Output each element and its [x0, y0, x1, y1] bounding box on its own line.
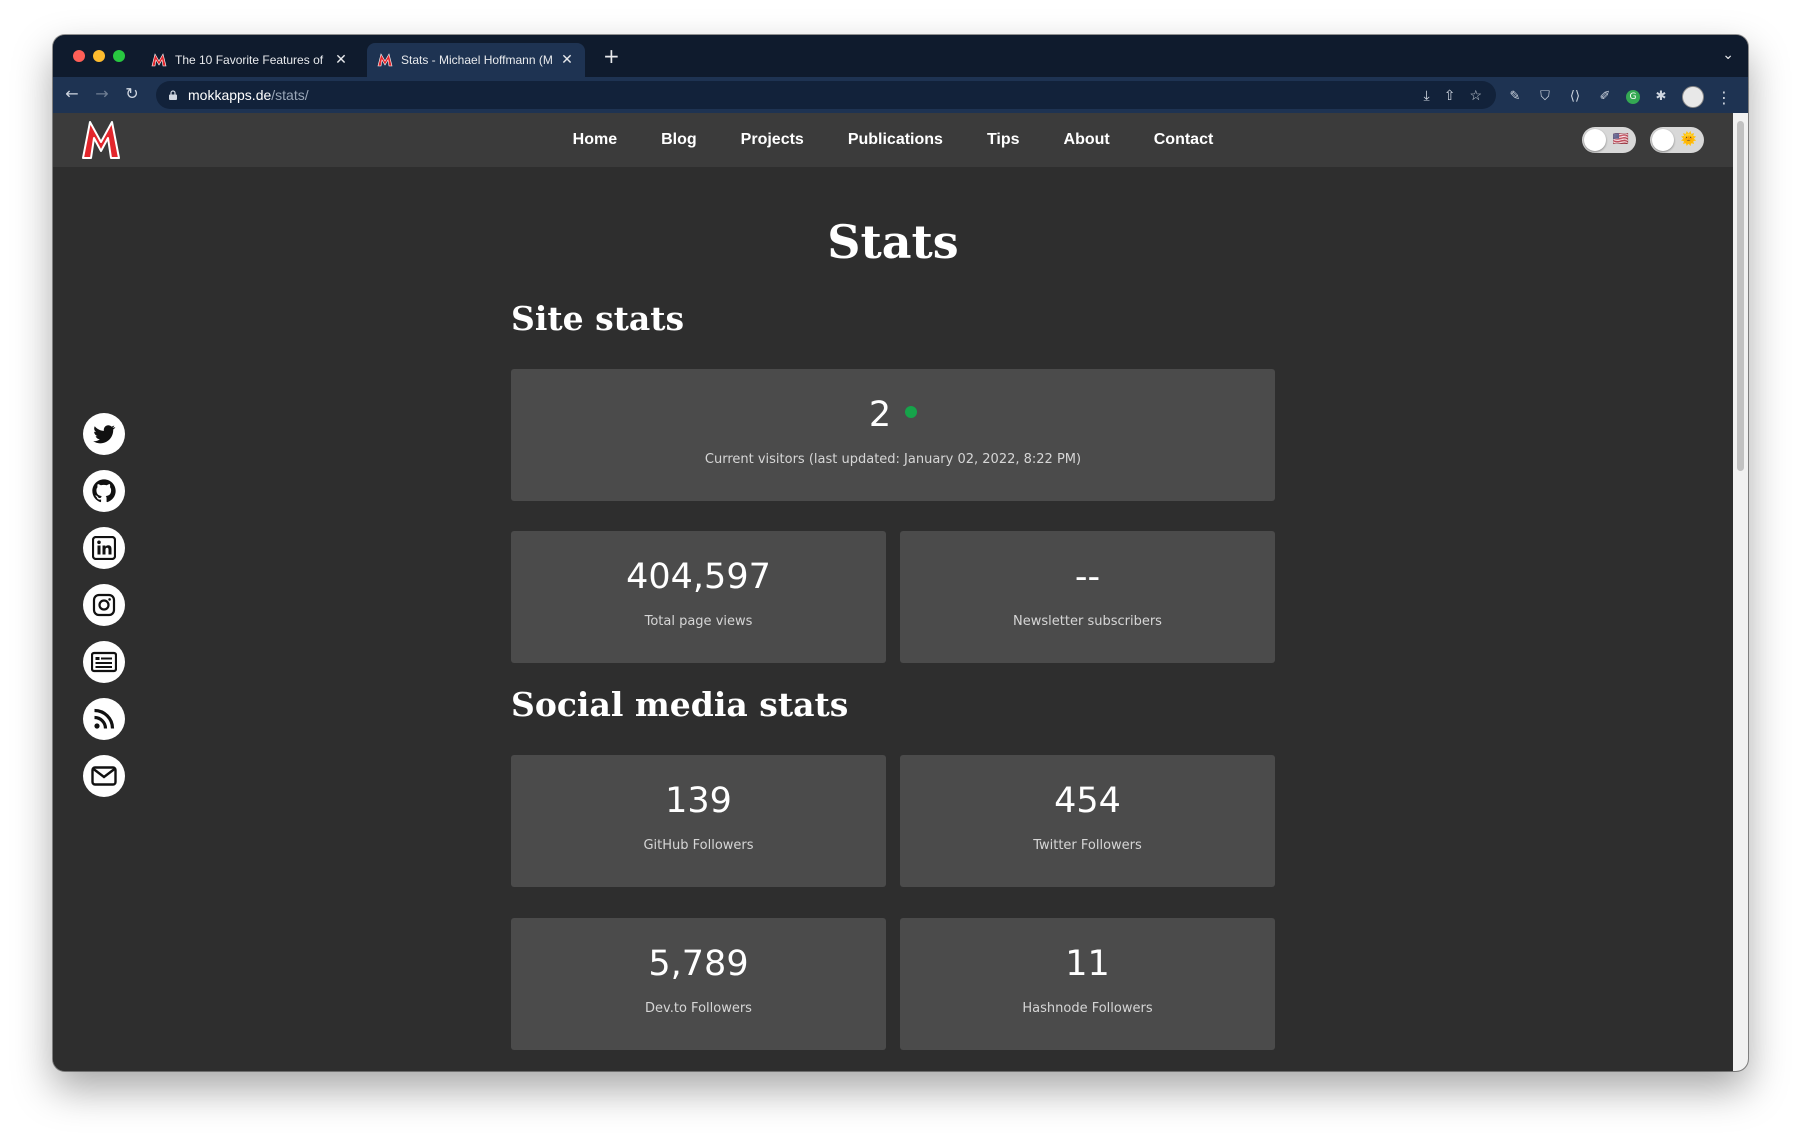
address-bar[interactable]: mokkapps.de/stats/ ⤓ ⇧ ☆ — [156, 81, 1496, 109]
extension-shield-icon[interactable]: ⛉ — [1536, 88, 1554, 106]
twitter-followers-card: 454 Twitter Followers — [900, 755, 1275, 887]
main-navigation: Home Blog Projects Publications Tips Abo… — [53, 113, 1733, 167]
github-followers-value: 139 — [665, 781, 732, 821]
newsletter-subscribers-label: Newsletter subscribers — [1013, 614, 1162, 629]
hashnode-followers-label: Hashnode Followers — [1022, 1001, 1153, 1016]
current-visitors-value: 2 — [868, 395, 892, 435]
url-host: mokkapps.de — [188, 87, 272, 103]
github-link[interactable] — [83, 470, 125, 512]
total-page-views-card: 404,597 Total page views — [511, 531, 886, 663]
social-media-stats-heading: Social media stats — [511, 685, 849, 724]
scrollbar-thumb[interactable] — [1737, 121, 1744, 471]
nav-projects[interactable]: Projects — [719, 113, 826, 167]
tab-strip: The 10 Favorite Features of My ✕ Stats -… — [53, 35, 1748, 77]
devto-followers-value: 5,789 — [648, 944, 749, 984]
twitter-icon — [93, 425, 116, 444]
nav-home[interactable]: Home — [551, 113, 639, 167]
extension-color-picker-icon[interactable]: ✐ — [1596, 88, 1614, 106]
site-header: Home Blog Projects Publications Tips Abo… — [53, 113, 1733, 167]
close-tab-icon[interactable]: ✕ — [559, 52, 575, 68]
bookmark-star-icon[interactable]: ☆ — [1469, 87, 1482, 104]
total-page-views-label: Total page views — [644, 614, 753, 629]
extension-grammar-icon[interactable]: G — [1626, 90, 1640, 104]
devto-followers-label: Dev.to Followers — [645, 1001, 752, 1016]
newsletter-link[interactable] — [83, 641, 125, 683]
nav-publications[interactable]: Publications — [826, 113, 965, 167]
page-title: Stats — [827, 215, 959, 269]
toggle-knob — [1584, 129, 1606, 151]
twitter-followers-value: 454 — [1054, 781, 1121, 821]
current-visitors-card: 2 Current visitors (last updated: Januar… — [511, 369, 1275, 501]
back-arrow-icon[interactable]: ← — [61, 84, 83, 103]
github-followers-label: GitHub Followers — [643, 838, 754, 853]
mail-link[interactable] — [83, 755, 125, 797]
github-icon — [92, 479, 116, 503]
nav-about[interactable]: About — [1042, 113, 1132, 167]
instagram-icon — [92, 593, 116, 617]
devto-followers-card: 5,789 Dev.to Followers — [511, 918, 886, 1050]
nav-contact[interactable]: Contact — [1132, 113, 1236, 167]
site-stats-heading: Site stats — [511, 299, 685, 338]
linkedin-icon — [92, 536, 116, 560]
install-app-icon[interactable]: ⤓ — [1424, 87, 1430, 104]
lock-icon — [169, 90, 177, 100]
us-flag-icon: 🇺🇸 — [1612, 132, 1629, 147]
page-scrollbar[interactable] — [1733, 113, 1748, 1071]
reload-icon[interactable]: ↻ — [121, 84, 143, 103]
social-links — [83, 413, 125, 797]
github-followers-card: 139 GitHub Followers — [511, 755, 886, 887]
live-status-dot — [905, 406, 918, 418]
tab-search-chevron-icon[interactable]: ⌄ — [1722, 47, 1734, 63]
linkedin-link[interactable] — [83, 527, 125, 569]
mokkapps-favicon-icon — [377, 53, 393, 67]
total-page-views-value: 404,597 — [626, 557, 771, 597]
minimize-window-button[interactable] — [93, 50, 105, 62]
theme-toggle[interactable]: 🌞 — [1650, 127, 1704, 153]
url-path: /stats/ — [271, 87, 309, 103]
maximize-window-button[interactable] — [113, 50, 125, 62]
profile-avatar[interactable] — [1682, 86, 1704, 108]
nav-tips[interactable]: Tips — [965, 113, 1042, 167]
tab-title: Stats - Michael Hoffmann (Mok — [401, 53, 553, 67]
newsletter-icon — [91, 651, 117, 673]
twitter-followers-label: Twitter Followers — [1033, 838, 1142, 853]
new-tab-button[interactable]: + — [603, 46, 620, 66]
mokkapps-favicon-icon — [151, 53, 167, 67]
forward-arrow-icon[interactable]: → — [91, 84, 113, 103]
share-icon[interactable]: ⇧ — [1444, 87, 1456, 104]
hashnode-followers-card: 11 Hashnode Followers — [900, 918, 1275, 1050]
twitter-link[interactable] — [83, 413, 125, 455]
browser-tab-stats[interactable]: Stats - Michael Hoffmann (Mok ✕ — [367, 43, 585, 77]
close-tab-icon[interactable]: ✕ — [333, 52, 349, 68]
newsletter-subscribers-card: -- Newsletter subscribers — [900, 531, 1275, 663]
sun-icon: 🌞 — [1680, 132, 1697, 147]
stats-page: Stats Site stats 2 Current visitors (las… — [53, 167, 1733, 1071]
browser-menu-icon[interactable]: ⋮ — [1716, 88, 1732, 107]
current-visitors-value-row: 2 — [511, 395, 1275, 435]
browser-window: The 10 Favorite Features of My ✕ Stats -… — [53, 35, 1748, 1071]
hashnode-followers-value: 11 — [1065, 944, 1110, 984]
rss-link[interactable] — [83, 698, 125, 740]
nav-blog[interactable]: Blog — [639, 113, 719, 167]
browser-tab-favorite-features[interactable]: The 10 Favorite Features of My ✕ — [141, 43, 359, 77]
newsletter-subscribers-value: -- — [1074, 557, 1101, 597]
extension-code-icon[interactable]: ⟨⟩ — [1566, 88, 1584, 106]
toggle-knob — [1652, 129, 1674, 151]
instagram-link[interactable] — [83, 584, 125, 626]
extensions-puzzle-icon[interactable]: ✱ — [1652, 88, 1670, 106]
extension-pen-icon[interactable]: ✎ — [1506, 88, 1524, 106]
close-window-button[interactable] — [73, 50, 85, 62]
browser-toolbar: ← → ↻ mokkapps.de/stats/ ⤓ ⇧ ☆ ✎ ⛉ ⟨⟩ ✐ … — [53, 77, 1748, 113]
mail-icon — [91, 766, 117, 786]
language-toggle[interactable]: 🇺🇸 — [1582, 127, 1636, 153]
current-visitors-label: Current visitors (last updated: January … — [704, 452, 1082, 467]
tab-title: The 10 Favorite Features of My — [175, 53, 327, 67]
rss-icon — [94, 708, 115, 729]
